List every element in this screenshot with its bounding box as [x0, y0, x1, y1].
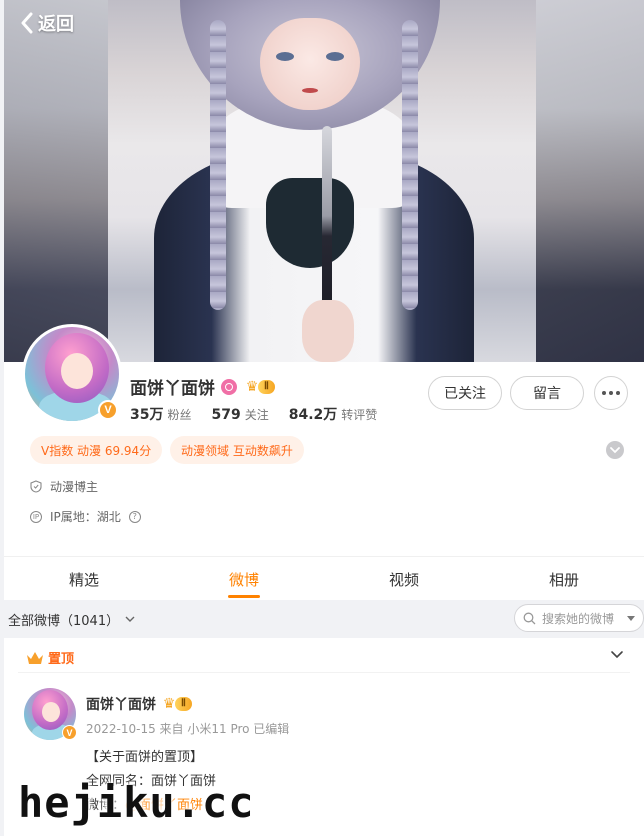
ip-location-row: IP IP属地：湖北 ? — [30, 508, 141, 525]
following-button[interactable]: 已关注 — [428, 376, 502, 410]
search-placeholder: 搜索她的微博 — [542, 611, 615, 626]
verified-badge-icon: V — [62, 725, 77, 740]
chevron-down-icon[interactable] — [610, 650, 624, 660]
all-posts-dropdown[interactable]: 全部微博（1041） — [8, 610, 135, 629]
divider — [18, 672, 630, 673]
reposts-comments-likes-label: 转评赞 — [341, 408, 378, 422]
domain-trend-tag[interactable]: 动漫领域 互动数飙升 — [170, 436, 304, 464]
following-count[interactable]: 579 — [212, 407, 241, 423]
profile-role-row: 动漫博主 — [30, 478, 98, 495]
question-icon[interactable]: ? — [128, 510, 141, 523]
tab-weibo[interactable]: 微博 — [204, 557, 284, 601]
pinned-label: 置顶 — [48, 652, 75, 667]
more-options-button[interactable] — [594, 376, 628, 410]
pinned-header: 置顶 — [26, 648, 74, 667]
ip-icon: IP — [30, 510, 42, 523]
site-watermark: hejiku.cc — [18, 778, 255, 827]
expand-info-button[interactable] — [606, 441, 624, 459]
crown-icon — [27, 651, 43, 664]
followers-label: 粉丝 — [167, 408, 192, 422]
tab-album[interactable]: 相册 — [524, 557, 604, 601]
tab-videos[interactable]: 视频 — [364, 557, 444, 601]
search-icon — [523, 612, 536, 624]
feed-filter-bar: 全部微博（1041） 搜索她的微博 — [0, 600, 644, 638]
post-author-name[interactable]: 面饼丫面饼 — [86, 694, 156, 714]
post-meta: 2022-10-15 来自 小米11 Pro 已编辑 — [86, 722, 290, 736]
followers-count[interactable]: 35万 — [130, 404, 163, 424]
ip-location: IP属地：湖北 — [50, 510, 121, 524]
profile-stats: 35万 粉丝 579 关注 84.2万 转评赞 — [130, 404, 377, 424]
chevron-down-icon — [125, 616, 135, 622]
v-index-tag[interactable]: V指数 动漫 69.94分 — [30, 436, 163, 464]
reposts-comments-likes-count: 84.2万 — [288, 407, 338, 423]
profile-name: 面饼丫面饼 — [130, 379, 215, 399]
verified-badge-icon: V — [98, 400, 118, 420]
message-button[interactable]: 留言 — [510, 376, 584, 410]
vip-badge[interactable]: ♛ Ⅱ — [243, 379, 275, 395]
post-author-row: 面饼丫面饼 ♛ Ⅱ — [86, 694, 192, 714]
super-topic-icon[interactable] — [221, 378, 237, 395]
chevron-left-icon — [21, 12, 33, 34]
back-button[interactable]: 返回 — [20, 10, 74, 36]
chevron-down-icon — [610, 447, 620, 454]
profile-role: 动漫博主 — [50, 480, 99, 494]
profile-tabs: 精选 微博 视频 相册 — [4, 556, 644, 600]
following-label: 关注 — [244, 408, 269, 422]
profile-avatar[interactable]: V — [22, 324, 122, 424]
vip-badge[interactable]: ♛ Ⅱ — [160, 696, 192, 712]
vip-level: Ⅱ — [175, 697, 192, 711]
profile-card: V 面饼丫面饼 ♛ Ⅱ 35万 粉丝 579 关注 84.2万 转评赞 已关注 … — [4, 324, 644, 556]
vip-level: Ⅱ — [258, 379, 275, 394]
all-posts-label: 全部微博（1041） — [8, 614, 120, 629]
more-dot-icon — [602, 391, 606, 395]
post-text-line: 【关于面饼的置顶】 — [86, 750, 204, 765]
tab-featured[interactable]: 精选 — [44, 557, 124, 601]
post-author-avatar[interactable]: V — [24, 688, 77, 740]
profile-cover-image — [4, 0, 644, 362]
shield-icon — [30, 480, 42, 493]
search-posts-input[interactable]: 搜索她的微博 — [514, 604, 644, 632]
back-label: 返回 — [38, 14, 74, 35]
dropdown-arrow-icon — [627, 615, 636, 621]
profile-name-row: 面饼丫面饼 ♛ Ⅱ — [130, 374, 275, 399]
